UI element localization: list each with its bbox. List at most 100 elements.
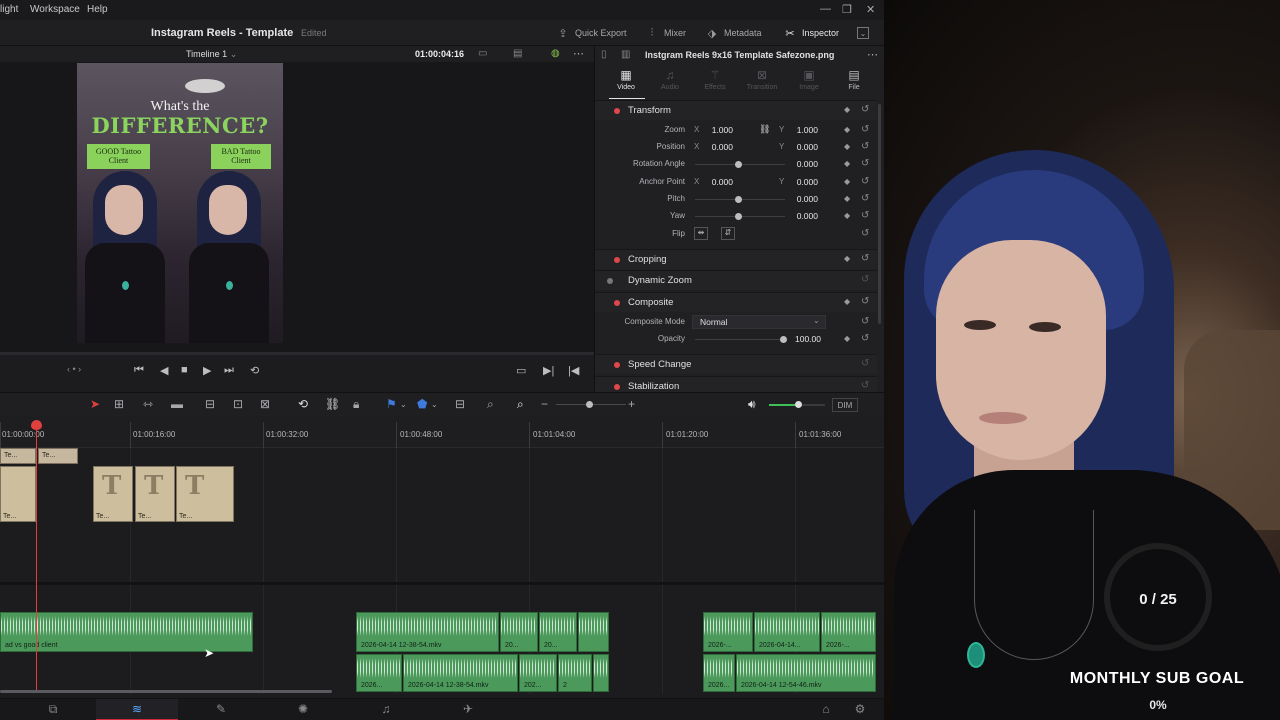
enable-dot[interactable] bbox=[614, 108, 620, 114]
audio-clip[interactable]: 2026-... bbox=[821, 612, 876, 652]
trim-tool-icon[interactable]: ⊞ bbox=[114, 397, 124, 411]
chevron-down-icon[interactable]: ⌄ bbox=[431, 400, 438, 409]
viewer-mode-icon[interactable]: ▤ bbox=[513, 48, 522, 59]
reset-icon[interactable]: ↺ bbox=[861, 253, 869, 264]
menu-item-workspace[interactable]: Workspace bbox=[30, 4, 80, 15]
fusion-page-icon[interactable]: ✎ bbox=[206, 702, 236, 716]
keyframe-icon[interactable]: ◆ bbox=[844, 334, 850, 343]
position-x-field[interactable]: 0.000 bbox=[693, 142, 733, 152]
section-dynamic-zoom[interactable]: Dynamic Zoom ↺ bbox=[595, 270, 877, 290]
split-view-icon[interactable]: ▥ bbox=[621, 49, 630, 60]
tab-transition[interactable]: ⊠ Transition bbox=[739, 68, 785, 91]
selection-tool-icon[interactable]: ➤ bbox=[90, 397, 100, 411]
tab-image[interactable]: ▣ Image bbox=[786, 68, 832, 91]
section-transform[interactable]: Transform ◆ ↺ bbox=[595, 100, 877, 120]
keyframe-icon[interactable]: ◆ bbox=[844, 142, 850, 151]
keyframe-icon[interactable]: ◆ bbox=[844, 194, 850, 203]
reset-icon[interactable]: ↺ bbox=[861, 358, 869, 369]
enable-dot[interactable] bbox=[614, 300, 620, 306]
viewer[interactable]: What's the DIFFERENCE? GOOD Tattoo Clien… bbox=[0, 62, 594, 352]
reset-icon[interactable]: ↺ bbox=[861, 228, 869, 239]
reset-icon[interactable]: ↺ bbox=[861, 333, 869, 344]
audio-clip[interactable] bbox=[578, 612, 609, 652]
reset-icon[interactable]: ↺ bbox=[861, 193, 869, 204]
title-clip[interactable]: Te... bbox=[0, 466, 36, 522]
anchor-y-field[interactable]: 0.000 bbox=[778, 177, 818, 187]
reset-icon[interactable]: ↺ bbox=[861, 104, 869, 115]
snapping-icon[interactable]: ⟲ bbox=[298, 397, 308, 411]
panel-toggle-button[interactable]: ⌄ bbox=[857, 25, 869, 41]
reset-icon[interactable]: ↺ bbox=[861, 274, 869, 285]
close-icon[interactable]: ✕ bbox=[866, 3, 875, 16]
zoom-to-fit-icon[interactable]: ⊟ bbox=[455, 397, 465, 411]
skip-to-end-icon[interactable]: ⏭ bbox=[224, 364, 234, 377]
enable-dot[interactable] bbox=[614, 362, 620, 368]
scrub-bar[interactable] bbox=[0, 352, 594, 355]
deliver-page-icon[interactable]: ✈ bbox=[453, 702, 483, 716]
reset-icon[interactable]: ↺ bbox=[861, 176, 869, 187]
menu-item-help[interactable]: Help bbox=[87, 4, 108, 15]
position-y-field[interactable]: 0.000 bbox=[778, 142, 818, 152]
panel-layout-icon[interactable]: ▯ bbox=[601, 49, 607, 60]
enable-dot[interactable] bbox=[614, 257, 620, 263]
zoom-in-icon[interactable]: + bbox=[628, 397, 635, 411]
blade-tool-icon[interactable]: ▬ bbox=[171, 397, 183, 411]
overwrite-clip-icon[interactable]: ⊡ bbox=[233, 397, 243, 411]
home-icon[interactable]: ⌂ bbox=[811, 702, 841, 716]
audio-clip[interactable]: 2026... bbox=[703, 654, 735, 692]
anchor-x-field[interactable]: 0.000 bbox=[693, 177, 733, 187]
keyframe-icon[interactable]: ◆ bbox=[844, 177, 850, 186]
more-options-icon[interactable]: ⋯ bbox=[867, 48, 878, 61]
next-edit-icon[interactable]: ▶| bbox=[543, 364, 554, 377]
dim-button[interactable]: DIM bbox=[832, 398, 858, 412]
section-cropping[interactable]: Cropping ◆ ↺ bbox=[595, 249, 877, 269]
skip-to-start-icon[interactable]: ⏮ bbox=[134, 364, 144, 377]
previous-edit-icon[interactable]: |◀ bbox=[568, 364, 579, 377]
rotation-slider-knob[interactable] bbox=[735, 161, 742, 168]
maximize-icon[interactable]: ❐ bbox=[842, 3, 852, 16]
audio-clip[interactable]: 202... bbox=[519, 654, 557, 692]
audio-clip[interactable]: 2026-... bbox=[703, 612, 753, 652]
timeline-selector[interactable]: Timeline 1 ⌄ bbox=[186, 49, 237, 60]
keyframe-icon[interactable]: ◆ bbox=[844, 254, 850, 263]
audio-clip[interactable]: ad vs good client bbox=[0, 612, 253, 652]
tab-video[interactable]: ▦ Video bbox=[603, 68, 649, 91]
text-clip[interactable]: Te... bbox=[38, 448, 78, 464]
marker-icon[interactable]: ⬟ bbox=[417, 397, 427, 411]
play-reverse-icon[interactable]: ◀ bbox=[160, 364, 168, 377]
keyframe-icon[interactable]: ◆ bbox=[844, 159, 850, 168]
audio-clip[interactable]: 2026... bbox=[356, 654, 402, 692]
pitch-field[interactable]: 0.000 bbox=[778, 194, 818, 204]
pitch-slider-knob[interactable] bbox=[735, 196, 742, 203]
reset-icon[interactable]: ↺ bbox=[861, 296, 869, 307]
color-wheel-icon[interactable]: ◍ bbox=[551, 48, 560, 59]
edit-page-icon[interactable]: ≋ bbox=[122, 702, 152, 716]
flip-horizontal-icon[interactable]: ⇹ bbox=[694, 227, 708, 240]
zoom-slider-knob[interactable] bbox=[586, 401, 593, 408]
yaw-field[interactable]: 0.000 bbox=[778, 211, 818, 221]
loop-icon[interactable]: ⟲ bbox=[250, 364, 259, 377]
audio-clip[interactable]: 20... bbox=[539, 612, 577, 652]
more-options-icon[interactable]: ⋯ bbox=[573, 47, 584, 60]
tab-audio[interactable]: ♫ Audio bbox=[647, 68, 693, 91]
fairlight-page-icon[interactable]: ♫ bbox=[371, 702, 401, 716]
metadata-button[interactable]: ⬗ Metadata bbox=[705, 25, 762, 41]
inspector-button[interactable]: ✂ Inspector bbox=[783, 25, 839, 41]
keyframe-icon[interactable]: ◆ bbox=[844, 211, 850, 220]
track-divider[interactable] bbox=[0, 582, 884, 585]
link-icon[interactable]: ⛓ bbox=[759, 124, 770, 135]
reset-icon[interactable]: ↺ bbox=[861, 141, 869, 152]
composite-mode-select[interactable]: Normal ⌄ bbox=[692, 315, 826, 329]
timeline-ruler[interactable]: 01:00:00:00 01:00:16:00 01:00:32:00 01:0… bbox=[0, 416, 884, 448]
audio-clip[interactable] bbox=[593, 654, 609, 692]
audio-clip[interactable]: 2026-04-14... bbox=[754, 612, 820, 652]
volume-slider-knob[interactable] bbox=[795, 401, 802, 408]
color-page-icon[interactable]: ✺ bbox=[288, 702, 318, 716]
yaw-slider-knob[interactable] bbox=[735, 213, 742, 220]
zoom-y-field[interactable]: 1.000 bbox=[778, 125, 818, 135]
minimize-icon[interactable]: — bbox=[820, 3, 831, 15]
menu-item-playlight[interactable]: light bbox=[0, 4, 18, 15]
opacity-field[interactable]: 100.00 bbox=[781, 334, 821, 344]
audio-clip[interactable]: 20... bbox=[500, 612, 538, 652]
replace-clip-icon[interactable]: ⊠ bbox=[260, 397, 270, 411]
